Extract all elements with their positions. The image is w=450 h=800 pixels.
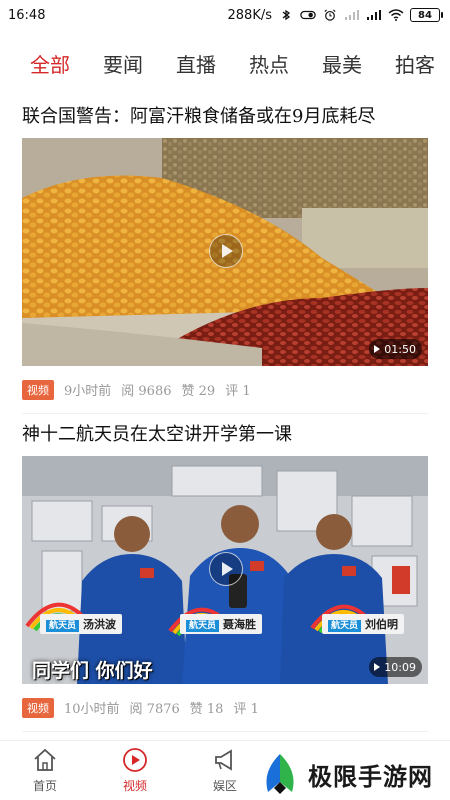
wifi-icon: [388, 9, 404, 21]
time-ago: 9小时前: [64, 384, 112, 399]
astronaut-name: 汤洪波: [83, 618, 117, 631]
duration-text: 01:50: [384, 342, 416, 356]
duration-text: 10:09: [384, 660, 416, 674]
category-tabs: 全部 要闻 直播 热点 最美 拍客: [0, 38, 450, 88]
home-icon: [34, 748, 56, 771]
read-count: 阅 9686: [121, 384, 172, 399]
video-title[interactable]: 联合国警告：阿富汗粮食储备或在9月底耗尽: [22, 96, 428, 138]
video-card[interactable]: 神十二航天员在太空讲开学第一课 航天员 汤洪波 航天员 聂海胜 航天员 刘伯明 …: [22, 414, 428, 732]
status-time: 16:48: [8, 7, 46, 23]
play-button[interactable]: [209, 552, 243, 586]
play-small-icon: [374, 345, 381, 353]
megaphone-icon: [215, 749, 232, 771]
watermark: 极限手游网: [258, 748, 450, 800]
name-caption: 航天员 刘伯明: [322, 614, 405, 634]
nav-entertainment[interactable]: 娱区: [180, 741, 270, 800]
status-icons: 288K/s 84: [227, 7, 443, 23]
duration-badge: 01:50: [369, 339, 422, 359]
read-count: 阅 7876: [129, 702, 180, 717]
video-feed: 联合国警告：阿富汗粮食储备或在9月底耗尽 01:50 视频 9小时前 阅 968…: [22, 96, 428, 732]
signal-icon: [345, 10, 359, 20]
role-tag: 航天员: [186, 620, 220, 632]
nav-home-label: 首页: [32, 779, 57, 793]
play-button[interactable]: [209, 234, 243, 268]
time-ago: 10小时前: [64, 702, 120, 717]
role-tag: 航天员: [328, 620, 362, 632]
video-card[interactable]: 联合国警告：阿富汗粮食储备或在9月底耗尽 01:50 视频 9小时前 阅 968…: [22, 96, 428, 414]
name-caption: 航天员 聂海胜: [180, 614, 263, 634]
nav-video[interactable]: 视频: [90, 741, 180, 800]
alarm-icon: [324, 9, 336, 21]
comment-count: 评 1: [233, 702, 259, 717]
video-badge: 视频: [22, 379, 54, 400]
video-badge: 视频: [22, 697, 54, 718]
name-caption: 航天员 汤洪波: [40, 614, 123, 634]
network-speed: 288K/s: [227, 7, 273, 23]
tab-headlines[interactable]: 要闻: [103, 49, 143, 78]
toggle-icon: [300, 10, 316, 20]
tab-live[interactable]: 直播: [176, 49, 216, 78]
play-circle-icon: [123, 748, 147, 772]
video-meta: 视频 9小时前 阅 9686 赞 29 评 1: [22, 366, 428, 414]
tab-paike[interactable]: 拍客: [395, 49, 435, 78]
video-thumbnail[interactable]: 01:50: [22, 138, 428, 366]
tab-hot[interactable]: 热点: [249, 49, 289, 78]
bluetooth-icon: [282, 9, 291, 21]
watermark-logo-icon: [266, 754, 294, 794]
status-bar: 16:48 288K/s 84: [0, 0, 450, 30]
battery-icon: 84: [410, 8, 443, 22]
like-count: 赞 18: [189, 702, 224, 717]
play-small-icon: [374, 663, 381, 671]
signal-icon: [367, 10, 381, 20]
nav-entertainment-label: 娱区: [212, 779, 237, 793]
video-title[interactable]: 神十二航天员在太空讲开学第一课: [22, 414, 428, 456]
video-subtitle: 同学们 你们好: [32, 660, 153, 682]
role-tag: 航天员: [46, 620, 80, 632]
video-thumbnail[interactable]: 航天员 汤洪波 航天员 聂海胜 航天员 刘伯明 同学们 你们好 10:09: [22, 456, 428, 684]
astronaut-name: 刘伯明: [365, 618, 399, 631]
tab-all[interactable]: 全部: [30, 49, 70, 78]
astronaut-name: 聂海胜: [223, 618, 257, 631]
nav-home[interactable]: 首页: [0, 741, 90, 800]
comment-count: 评 1: [225, 384, 251, 399]
tab-most-beautiful[interactable]: 最美: [322, 49, 362, 78]
like-count: 赞 29: [181, 384, 216, 399]
watermark-text: 极限手游网: [308, 762, 433, 791]
video-meta: 视频 10小时前 阅 7876 赞 18 评 1: [22, 684, 428, 732]
duration-badge: 10:09: [369, 657, 422, 677]
nav-video-label: 视频: [122, 779, 147, 793]
